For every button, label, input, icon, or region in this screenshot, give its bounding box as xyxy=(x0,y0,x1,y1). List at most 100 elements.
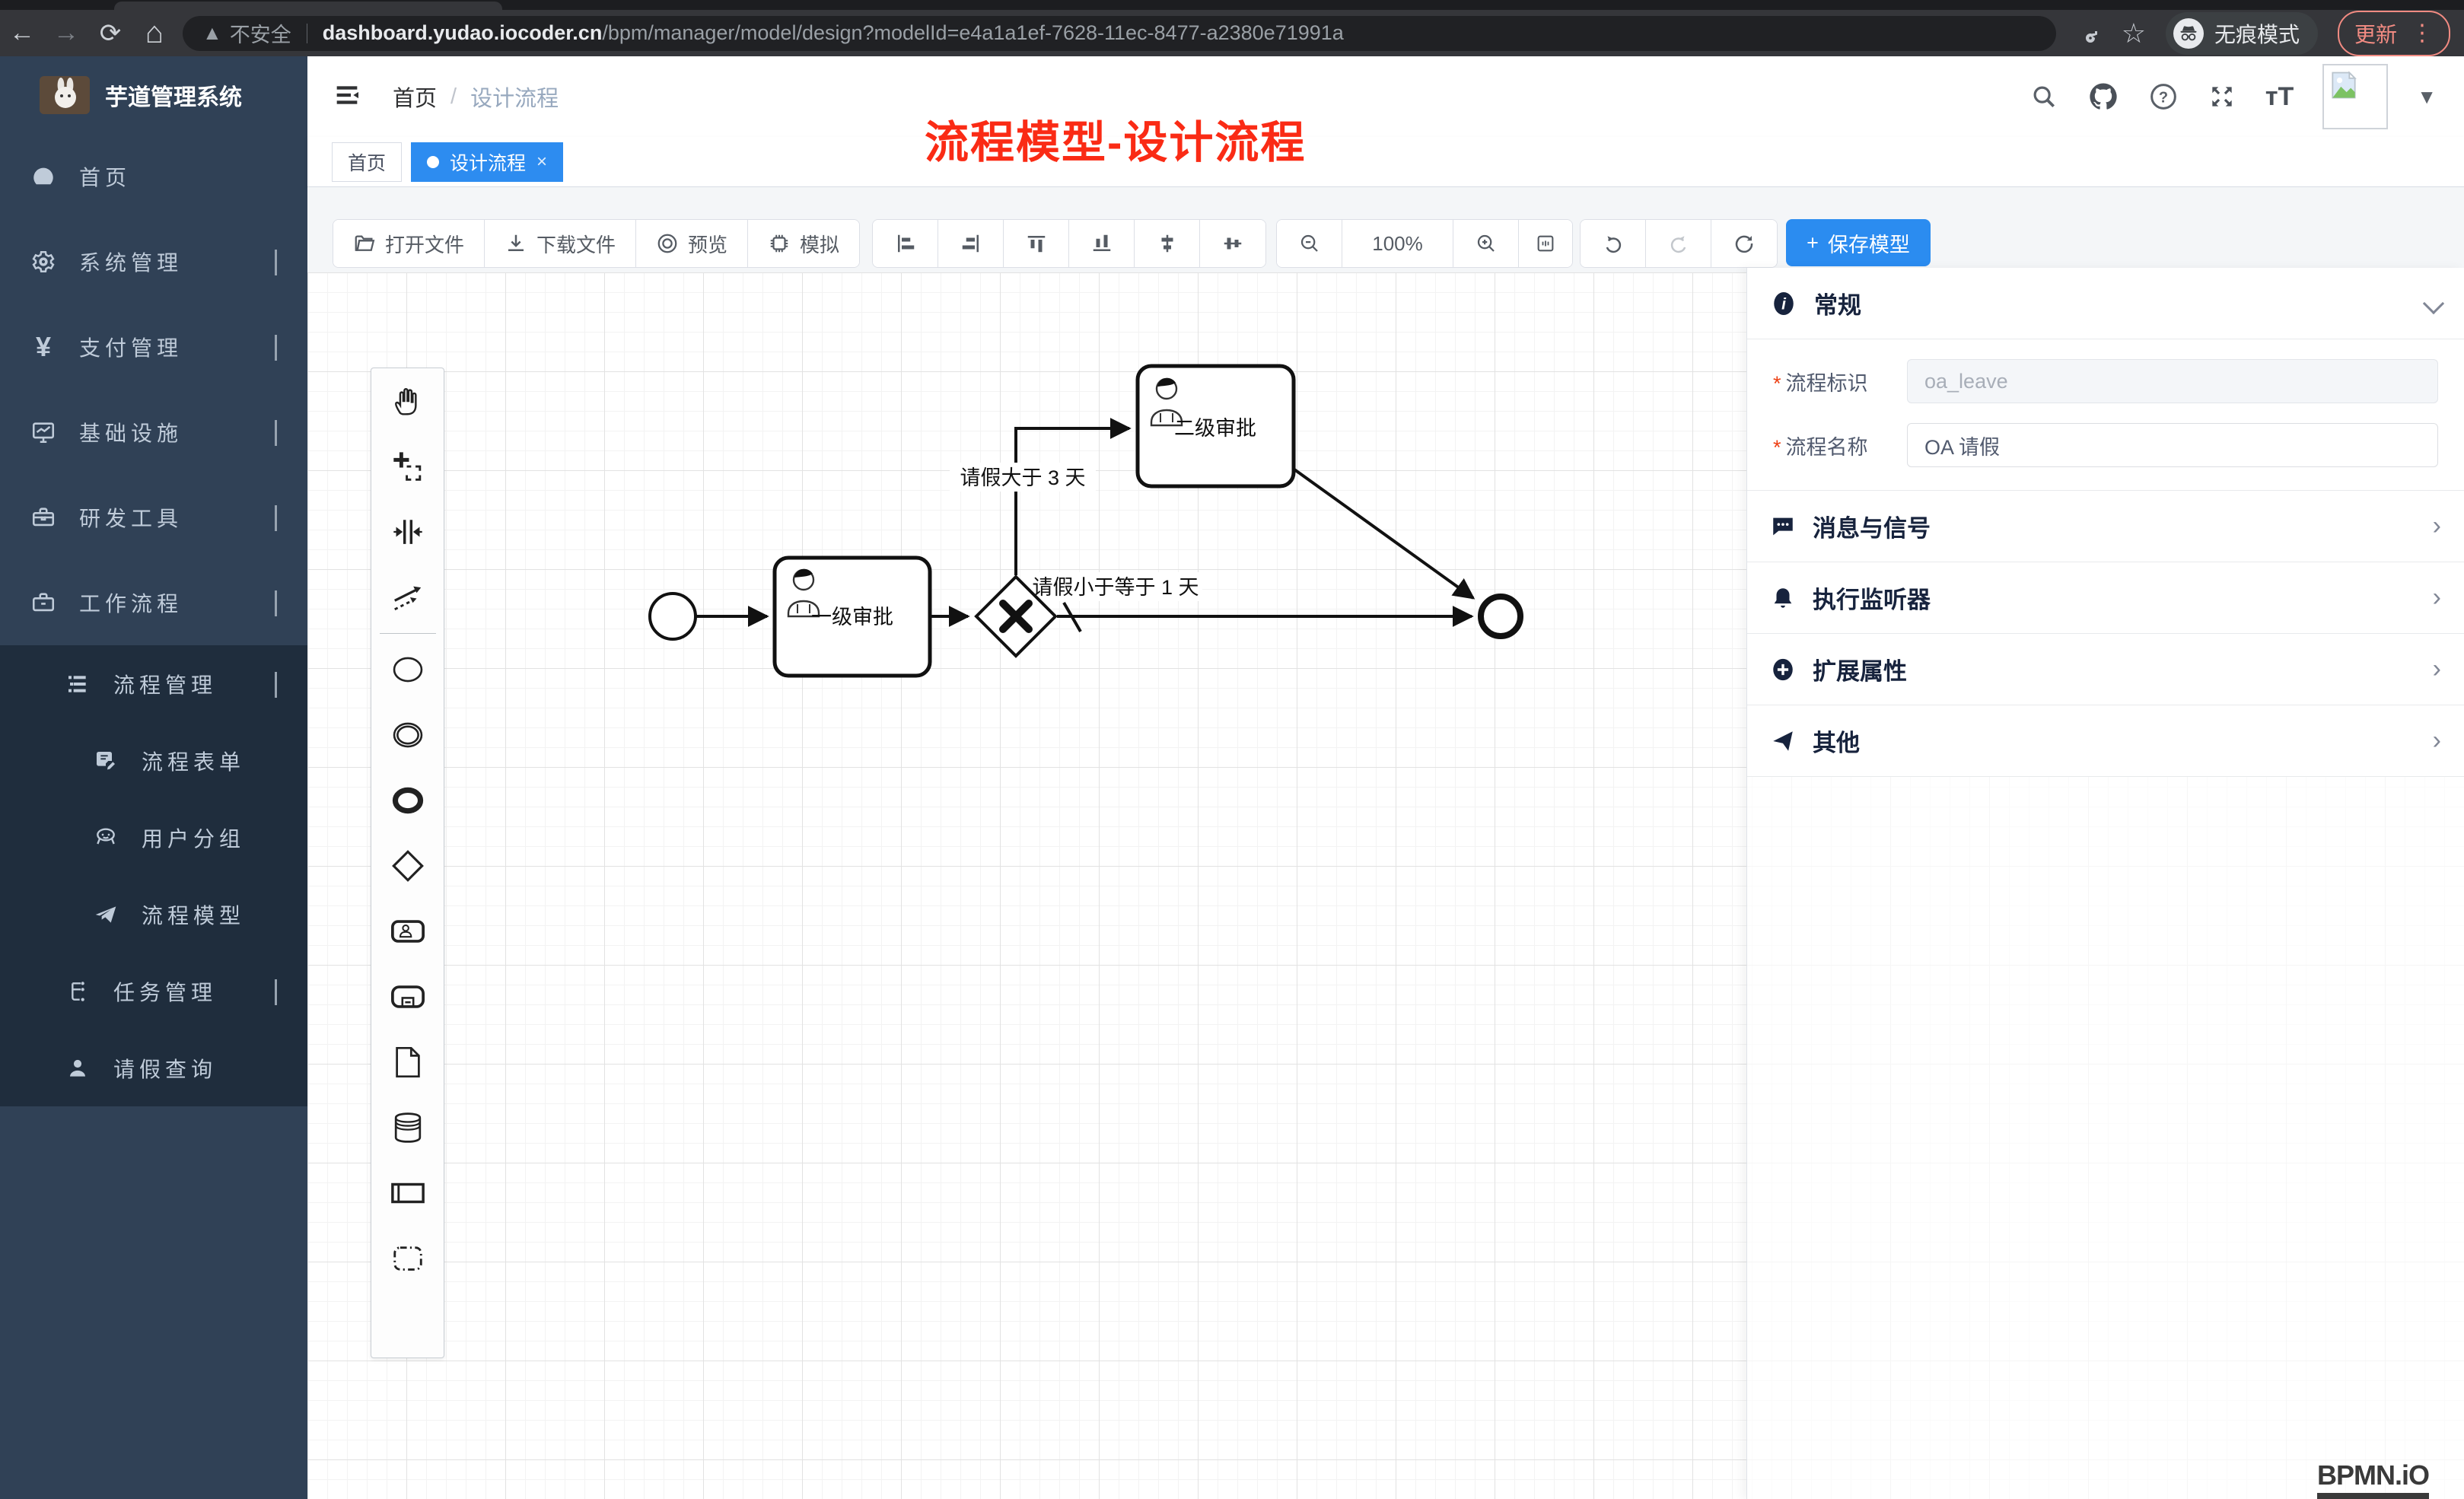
lasso-tool[interactable] xyxy=(371,434,444,499)
preview-button[interactable]: 预览 xyxy=(636,220,748,267)
url-bar[interactable]: ▲ 不安全 dashboard.yudao.iocoder.cn /bpm/ma… xyxy=(183,16,2056,51)
chevron-right-icon: › xyxy=(2433,726,2441,756)
create-subprocess[interactable] xyxy=(371,964,444,1030)
sidebar-item-workflow[interactable]: 工作流程 xyxy=(0,560,307,645)
create-participant[interactable] xyxy=(371,1160,444,1226)
avatar[interactable] xyxy=(2322,64,2388,129)
browser-menu-icon[interactable]: ⋮ xyxy=(2411,20,2434,46)
tab-home[interactable]: 首页 xyxy=(332,142,402,182)
home-icon[interactable]: ⌂ xyxy=(132,16,177,50)
search-icon[interactable] xyxy=(2029,82,2058,111)
sidebar-collapse-icon[interactable] xyxy=(332,80,362,114)
undo-button[interactable] xyxy=(1581,220,1646,267)
zoom-out-button[interactable] xyxy=(1277,220,1342,267)
create-data-object[interactable] xyxy=(371,1030,444,1095)
section-general[interactable]: i 常规 xyxy=(1747,268,2464,339)
align-bottom-button[interactable] xyxy=(1069,220,1135,267)
redo-button[interactable] xyxy=(1646,220,1711,267)
create-gateway[interactable] xyxy=(371,833,444,899)
simulate-button[interactable]: 模拟 xyxy=(748,220,859,267)
sidebar-item-label: 用户分组 xyxy=(142,823,245,853)
help-icon[interactable]: ? xyxy=(2148,81,2179,112)
bpmn-palette xyxy=(371,368,444,1358)
fullscreen-icon[interactable] xyxy=(2208,82,2236,111)
app-logo-row[interactable]: 芋道管理系统 xyxy=(0,56,307,134)
sidebar-item-home[interactable]: 首页 xyxy=(0,134,307,219)
process-name-input[interactable] xyxy=(1907,423,2438,467)
align-left-button[interactable] xyxy=(873,220,938,267)
password-key-icon[interactable] xyxy=(2074,20,2102,47)
sidebar-item-process-model[interactable]: 流程模型 xyxy=(0,876,307,953)
update-button[interactable]: 更新 ⋮ xyxy=(2338,11,2450,56)
create-intermediate-event[interactable] xyxy=(371,702,444,768)
create-start-event[interactable] xyxy=(371,637,444,702)
sidebar-item-leave-query[interactable]: 请假查询 xyxy=(0,1030,307,1106)
list-tree-icon xyxy=(65,672,91,696)
create-user-task[interactable] xyxy=(371,899,444,964)
flow-label-gt3[interactable]: 请假大于 3 天 xyxy=(960,466,1085,489)
breadcrumb-home[interactable]: 首页 xyxy=(393,81,437,113)
section-message-signal[interactable]: 消息与信号 › xyxy=(1747,491,2464,562)
download-file-button[interactable]: 下载文件 xyxy=(485,220,636,267)
end-event[interactable] xyxy=(1481,597,1520,636)
sidebar-item-devtools[interactable]: 研发工具 xyxy=(0,475,307,560)
sidebar-item-payment[interactable]: ¥ 支付管理 xyxy=(0,304,307,390)
sidebar-item-process-mgmt[interactable]: 流程管理 xyxy=(0,645,307,722)
font-size-icon[interactable]: тT xyxy=(2265,82,2294,112)
sidebar-item-process-form[interactable]: 流程表单 xyxy=(0,722,307,799)
align-right-button[interactable] xyxy=(938,220,1004,267)
tab-design-process[interactable]: 设计流程 × xyxy=(411,142,563,182)
zoom-in-button[interactable] xyxy=(1453,220,1519,267)
not-secure-label[interactable]: 不安全 xyxy=(230,18,291,48)
bpmn-io-watermark[interactable]: BPMN.iO xyxy=(2317,1459,2429,1499)
browser-toolbar: ← → ⟳ ⌂ ▲ 不安全 dashboard.yudao.iocoder.cn… xyxy=(0,10,2464,56)
create-end-event[interactable] xyxy=(371,768,444,833)
zoom-level[interactable]: 100% xyxy=(1342,220,1453,267)
back-icon[interactable]: ← xyxy=(0,18,44,48)
align-hcenter-button[interactable] xyxy=(1200,220,1265,267)
browser-active-tab[interactable] xyxy=(114,2,502,10)
space-tool[interactable] xyxy=(371,499,444,565)
hand-tool[interactable] xyxy=(371,368,444,434)
task2-label: 二级审批 xyxy=(1174,417,1256,440)
sidebar-item-task-mgmt[interactable]: 任务管理 xyxy=(0,953,307,1030)
section-other[interactable]: 其他 › xyxy=(1747,705,2464,777)
user-group-icon xyxy=(93,826,119,850)
chevron-right-icon: › xyxy=(2433,511,2441,541)
zoom-toolbar-group: 100% xyxy=(1276,219,1573,268)
save-model-button[interactable]: + 保存模型 xyxy=(1786,219,1931,266)
start-event[interactable] xyxy=(650,594,696,639)
send-icon xyxy=(1770,728,1796,754)
close-icon[interactable]: × xyxy=(536,151,547,173)
align-top-button[interactable] xyxy=(1004,220,1069,267)
forward-icon[interactable]: → xyxy=(44,18,88,48)
flow-label-le1[interactable]: 请假小于等于 1 天 xyxy=(1032,576,1199,599)
preview-label: 预览 xyxy=(688,230,727,258)
flow-gateway-to-task2[interactable] xyxy=(1016,428,1129,575)
incognito-badge: 无痕模式 xyxy=(2166,12,2318,55)
section-extended-attrs[interactable]: 扩展属性 › xyxy=(1747,634,2464,705)
caret-down-icon[interactable]: ▼ xyxy=(2417,85,2437,109)
toolbox-icon xyxy=(30,504,56,530)
github-icon[interactable] xyxy=(2087,81,2119,113)
restart-button[interactable] xyxy=(1711,220,1777,267)
bookmark-star-icon[interactable]: ☆ xyxy=(2122,18,2146,49)
user-task-level1[interactable]: 一级审批 xyxy=(775,558,930,676)
section-execution-listener[interactable]: 执行监听器 › xyxy=(1747,562,2464,634)
flow-task2-to-end[interactable] xyxy=(1294,469,1473,598)
create-group[interactable] xyxy=(371,1226,444,1291)
sidebar-item-infra[interactable]: 基础设施 xyxy=(0,390,307,475)
global-connect-tool[interactable] xyxy=(371,565,444,630)
zoom-fit-button[interactable] xyxy=(1519,220,1572,267)
chevron-right-icon: › xyxy=(2433,583,2441,613)
sidebar-item-system[interactable]: 系统管理 xyxy=(0,219,307,304)
create-data-store[interactable] xyxy=(371,1095,444,1160)
open-file-button[interactable]: 打开文件 xyxy=(333,220,485,267)
process-key-input[interactable] xyxy=(1907,359,2438,403)
section-title: 执行监听器 xyxy=(1813,581,1931,615)
sidebar-item-user-group[interactable]: 用户分组 xyxy=(0,799,307,876)
reload-icon[interactable]: ⟳ xyxy=(88,18,132,49)
user-task-level2[interactable]: 二级审批 xyxy=(1138,366,1294,486)
open-file-label: 打开文件 xyxy=(385,230,464,258)
align-vcenter-button[interactable] xyxy=(1135,220,1200,267)
